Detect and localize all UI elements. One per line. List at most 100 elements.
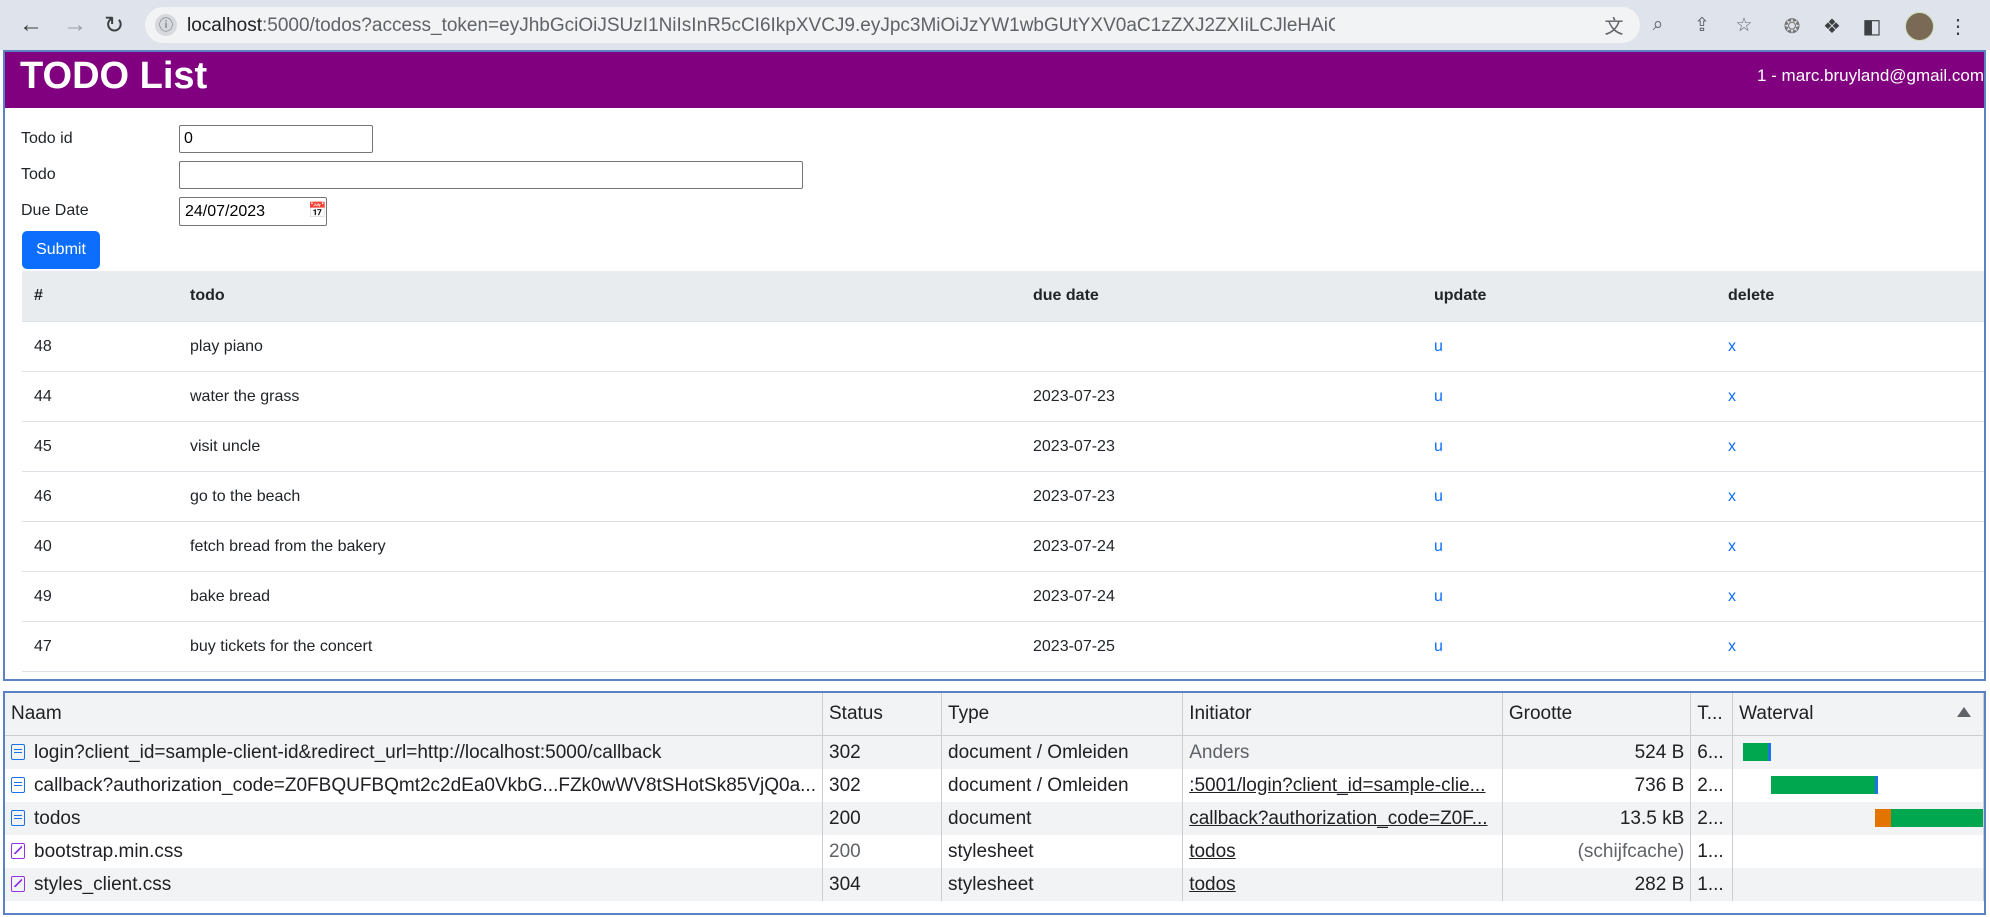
zoom-icon[interactable]: ⌕ [1646,13,1670,37]
document-icon [11,776,25,793]
delete-link[interactable]: x [1728,538,1736,555]
row-due-date: 2023-07-23 [1021,371,1422,422]
table-row: 47 buy tickets for the concert 2023-07-2… [22,621,1984,672]
request-size: 736 B [1502,769,1692,802]
due-date-label: Due Date [21,202,89,219]
app-title: TODO List [20,55,208,97]
waterfall-bar [1771,776,1876,794]
share-icon[interactable]: ⇪ [1690,13,1714,37]
sort-ascending-icon[interactable] [1957,707,1971,717]
calendar-icon[interactable]: 📅 [308,201,327,219]
request-name: callback?authorization_code=Z0FBQUFBQmt2… [34,774,816,796]
stylesheet-icon [11,842,25,859]
network-row[interactable]: todos 200 document callback?authorizatio… [5,802,1984,835]
update-link[interactable]: u [1434,438,1443,455]
request-status: 302 [822,769,943,802]
stylesheet-icon [11,875,25,892]
col-header-due-date: due date [1021,271,1422,322]
update-link[interactable]: u [1434,488,1443,505]
row-due-date: 2023-07-23 [1021,471,1422,522]
request-type: document / Omleiden [941,735,1184,769]
table-header-row: # todo due date update delete [22,271,1984,322]
delete-link[interactable]: x [1728,338,1736,355]
row-due-date: 2023-07-24 [1021,571,1422,622]
table-row: 46 go to the beach 2023-07-23 u x [22,471,1984,522]
back-arrow-icon[interactable]: ← [14,8,48,42]
row-due-date: 2023-07-24 [1021,521,1422,572]
request-size: 13.5 kB [1502,802,1692,835]
delete-link[interactable]: x [1728,438,1736,455]
request-name: bootstrap.min.css [34,840,183,862]
update-link[interactable]: u [1434,588,1443,605]
table-row: 48 play piano u x [22,321,1984,372]
row-todo: bake bread [178,571,1021,622]
update-link[interactable]: u [1434,388,1443,405]
side-panel-icon[interactable]: ◧ [1858,12,1886,40]
waterfall-bar [1891,809,1983,827]
site-info-icon[interactable]: ⓘ [155,14,177,36]
waterfall-bar [1875,809,1892,827]
todo-id-input[interactable] [179,125,373,153]
todo-input[interactable] [179,161,803,189]
col-header-initiator[interactable]: Initiator [1182,693,1503,736]
request-initiator[interactable]: :5001/login?client_id=sample-clie... [1182,769,1503,802]
row-todo: go to the beach [178,471,1021,522]
profile-avatar[interactable] [1905,12,1934,41]
col-header-id: # [22,271,178,322]
submit-button[interactable]: Submit [22,231,100,269]
reload-icon[interactable]: ↻ [97,8,131,42]
menu-kebab-icon[interactable]: ⋮ [1944,12,1972,40]
request-initiator[interactable]: todos [1182,835,1503,868]
request-name: todos [34,807,81,829]
request-type: stylesheet [941,835,1184,868]
network-row[interactable]: styles_client.css 304 stylesheet todos 2… [5,868,1984,901]
translate-icon[interactable]: 文 [1602,13,1626,38]
devtools-network-panel: Naam Status Type Initiator Grootte T... … [3,691,1986,915]
col-header-time[interactable]: T... [1690,693,1734,736]
table-row: 44 water the grass 2023-07-23 u x [22,371,1984,422]
waterfall-cell [1732,868,1984,901]
row-id: 44 [22,371,178,422]
document-icon [11,809,25,826]
update-link[interactable]: u [1434,538,1443,555]
address-bar[interactable]: ⓘ localhost:5000/todos?access_token=eyJh… [145,7,1753,43]
update-link[interactable]: u [1434,638,1443,655]
extension-bug-icon[interactable]: ❂ [1778,12,1806,40]
bookmark-star-icon[interactable]: ☆ [1732,13,1756,37]
network-row[interactable]: callback?authorization_code=Z0FBQUFBQmt2… [5,769,1984,802]
col-header-waterfall[interactable]: Waterval [1732,693,1984,736]
col-header-type[interactable]: Type [941,693,1184,736]
delete-link[interactable]: x [1728,588,1736,605]
network-row[interactable]: bootstrap.min.css 200 stylesheet todos (… [5,835,1984,868]
request-name: login?client_id=sample-client-id&redirec… [34,741,662,763]
row-id: 46 [22,471,178,522]
request-time: 1... [1690,835,1734,868]
todo-id-label: Todo id [21,130,73,147]
col-header-size[interactable]: Grootte [1502,693,1692,736]
network-row[interactable]: login?client_id=sample-client-id&redirec… [5,735,1984,769]
delete-link[interactable]: x [1728,638,1736,655]
request-initiator[interactable]: callback?authorization_code=Z0F... [1182,802,1503,835]
todo-label: Todo [21,166,56,183]
request-time: 6... [1690,735,1734,769]
waterfall-cell [1732,769,1984,802]
request-type: document / Omleiden [941,769,1184,802]
request-initiator: Anders [1182,735,1503,769]
update-link[interactable]: u [1434,338,1443,355]
row-id: 45 [22,421,178,472]
browser-toolbar: ← → ↻ ⓘ localhost:5000/todos?access_toke… [0,0,1990,50]
url-text[interactable]: localhost:5000/todos?access_token=eyJhbG… [187,15,1335,37]
row-due-date: 2023-07-25 [1021,621,1422,672]
col-header-status[interactable]: Status [822,693,943,736]
col-header-delete: delete [1716,271,1984,322]
request-time: 2... [1690,769,1734,802]
forward-arrow-icon[interactable]: → [58,8,92,42]
request-name: styles_client.css [34,873,172,895]
col-header-name[interactable]: Naam [5,693,823,736]
extensions-puzzle-icon[interactable]: ❖ [1818,12,1846,40]
request-initiator[interactable]: todos [1182,868,1503,901]
delete-link[interactable]: x [1728,388,1736,405]
due-date-input[interactable]: 24/07/2023 📅 [179,197,327,226]
row-id: 47 [22,621,178,672]
delete-link[interactable]: x [1728,488,1736,505]
